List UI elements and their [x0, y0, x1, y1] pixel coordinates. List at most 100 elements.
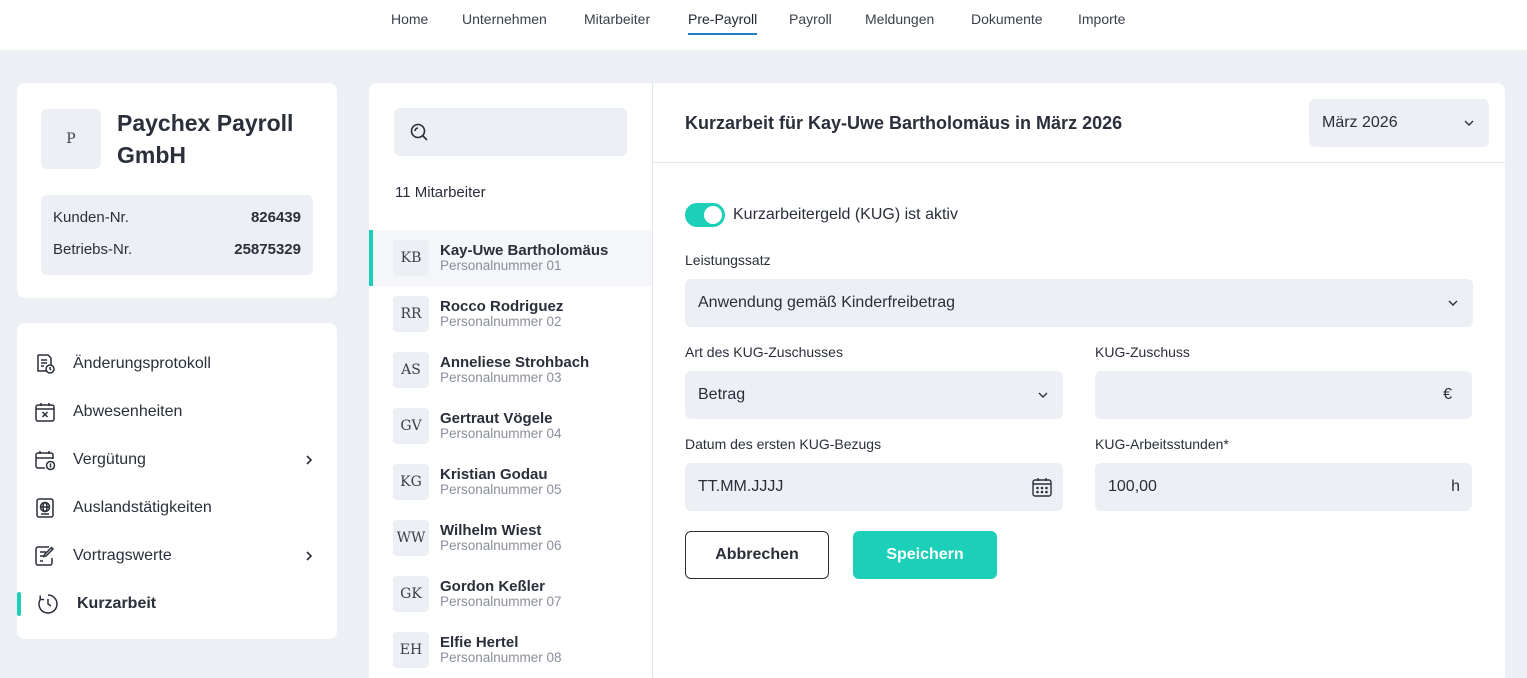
betriebs-nr-label: Betriebs-Nr.: [53, 241, 133, 258]
clock-icon: [38, 594, 58, 614]
month-select[interactable]: März 2026: [1309, 99, 1489, 147]
employee-list-item[interactable]: GV Gertraut Vögele Personalnummer 04: [369, 398, 652, 454]
nav-dokumente[interactable]: Dokumente: [971, 11, 1043, 27]
change-log-icon: [37, 354, 55, 374]
nav-home[interactable]: Home: [391, 11, 428, 27]
zuschuss-label: KUG-Zuschuss: [1095, 344, 1190, 360]
employee-name: Gertraut Vögele: [440, 410, 553, 427]
side-menu: Änderungsprotokoll Abwesenheiten Vergütu…: [17, 323, 337, 639]
employee-name: Kay-Uwe Bartholomäus: [440, 242, 609, 259]
menu-item-vortragswerte[interactable]: Vortragswerte: [17, 534, 337, 578]
zuschuss-art-select[interactable]: Betrag: [685, 371, 1063, 419]
page-title: Kurzarbeit für Kay-Uwe Bartholomäus in M…: [685, 113, 1123, 133]
zuschuss-art-label: Art des KUG-Zuschusses: [685, 344, 843, 360]
menu-item-aenderungsprotokoll[interactable]: Änderungsprotokoll: [17, 342, 337, 386]
employee-name: Anneliese Strohbach: [440, 354, 590, 371]
cancel-button[interactable]: Abbrechen: [685, 531, 829, 579]
save-button[interactable]: Speichern: [853, 531, 997, 579]
leistungssatz-value: Anwendung gemäß Kinderfreibetrag: [698, 294, 956, 311]
kunden-nr-value: 826439: [250, 209, 301, 226]
employee-name: Wilhelm Wiest: [440, 522, 542, 539]
datum-input[interactable]: TT.MM.JJJJ: [685, 463, 1063, 511]
employee-number: Personalnummer 03: [440, 370, 562, 385]
nav-payroll[interactable]: Payroll: [789, 11, 832, 27]
nav-pre-payroll[interactable]: Pre-Payroll: [688, 11, 758, 35]
avatar: GK: [393, 576, 429, 612]
employee-list-item[interactable]: GK Gordon Keßler Personalnummer 07: [369, 566, 652, 622]
menu-item-auslandstaetigkeiten[interactable]: Auslandstätigkeiten: [17, 486, 337, 530]
menu-label: Vortragswerte: [73, 547, 172, 564]
edit-document-icon: [35, 546, 55, 566]
avatar: KG: [393, 464, 429, 500]
avatar: KB: [393, 240, 429, 276]
datum-placeholder: TT.MM.JJJJ: [698, 478, 784, 495]
employee-list-item[interactable]: KB Kay-Uwe Bartholomäus Personalnummer 0…: [369, 230, 652, 286]
search-icon: [410, 123, 428, 141]
stunden-input[interactable]: 100,00 h: [1095, 463, 1472, 511]
nav-mitarbeiter[interactable]: Mitarbeiter: [584, 11, 650, 27]
chevron-right-icon: [306, 455, 313, 465]
month-select-value: März 2026: [1322, 114, 1398, 131]
stunden-label: KUG-Arbeitsstunden*: [1095, 436, 1229, 452]
company-logo: P: [41, 109, 101, 169]
employee-name: Elfie Hertel: [440, 634, 519, 651]
nav-meldungen[interactable]: Meldungen: [865, 11, 934, 27]
kunden-nr-label: Kunden-Nr.: [53, 209, 129, 226]
leistungssatz-select[interactable]: Anwendung gemäß Kinderfreibetrag: [685, 279, 1473, 327]
betriebs-nr-row: Betriebs-Nr. 25875329: [53, 241, 301, 258]
employee-number: Personalnummer 08: [440, 650, 562, 665]
toggle-knob: [704, 206, 722, 224]
employee-number: Personalnummer 04: [440, 426, 562, 441]
chevron-down-icon: [1448, 300, 1458, 306]
employee-number: Personalnummer 05: [440, 482, 562, 497]
betriebs-nr-value: 25875329: [234, 241, 301, 258]
employee-list-panel: 11 Mitarbeiter KB Kay-Uwe Bartholomäus P…: [369, 83, 653, 678]
menu-label: Vergütung: [73, 451, 146, 468]
nav-importe[interactable]: Importe: [1078, 11, 1125, 27]
employee-list-item[interactable]: KG Kristian Godau Personalnummer 05: [369, 454, 652, 510]
menu-label: Auslandstätigkeiten: [73, 499, 212, 516]
employee-search-input[interactable]: [394, 108, 627, 156]
nav-unternehmen[interactable]: Unternehmen: [462, 11, 547, 27]
employee-list-item[interactable]: RR Rocco Rodriguez Personalnummer 02: [369, 286, 652, 342]
leistungssatz-label: Leistungssatz: [685, 252, 771, 268]
euro-unit: €: [1443, 386, 1452, 403]
calendar-x-icon: [35, 403, 55, 422]
chevron-down-icon: [1038, 392, 1048, 398]
employee-name: Rocco Rodriguez: [440, 298, 564, 315]
employee-number: Personalnummer 07: [440, 594, 562, 609]
employee-name: Kristian Godau: [440, 466, 548, 483]
avatar: EH: [393, 632, 429, 668]
employee-number: Personalnummer 01: [440, 258, 562, 273]
menu-label: Kurzarbeit: [77, 595, 157, 612]
company-name: Paychex Payroll GmbH: [117, 110, 294, 168]
datum-label: Datum des ersten KUG-Bezugs: [685, 436, 882, 452]
employee-list-item[interactable]: WW Wilhelm Wiest Personalnummer 06: [369, 510, 652, 566]
avatar: GV: [393, 408, 429, 444]
menu-item-kurzarbeit[interactable]: Kurzarbeit: [17, 582, 337, 626]
kunden-nr-row: Kunden-Nr. 826439: [53, 209, 301, 226]
avatar: WW: [393, 520, 429, 556]
employee-number: Personalnummer 02: [440, 314, 562, 329]
top-navigation: Home Unternehmen Mitarbeiter Pre-Payroll…: [0, 0, 1527, 50]
calendar-money-icon: [35, 451, 56, 471]
menu-item-abwesenheiten[interactable]: Abwesenheiten: [17, 390, 337, 434]
avatar: RR: [393, 296, 429, 332]
chevron-right-icon: [306, 551, 313, 561]
passport-icon: [36, 498, 54, 518]
kug-active-toggle[interactable]: [685, 203, 725, 227]
stunden-value: 100,00: [1108, 478, 1157, 495]
employee-list-item[interactable]: AS Anneliese Strohbach Personalnummer 03: [369, 342, 652, 398]
avatar: AS: [393, 352, 429, 388]
employee-count: 11 Mitarbeiter: [395, 184, 486, 201]
company-ids-box: Kunden-Nr. 826439 Betriebs-Nr. 25875329: [41, 195, 313, 275]
zuschuss-input[interactable]: €: [1095, 371, 1472, 419]
calendar-icon[interactable]: [1031, 476, 1053, 498]
detail-header: Kurzarbeit für Kay-Uwe Bartholomäus in M…: [653, 83, 1505, 163]
kug-active-label: Kurzarbeitergeld (KUG) ist aktiv: [733, 206, 958, 223]
menu-label: Änderungsprotokoll: [73, 355, 211, 372]
menu-label: Abwesenheiten: [73, 403, 183, 420]
hours-unit: h: [1451, 478, 1460, 495]
employee-list-item[interactable]: EH Elfie Hertel Personalnummer 08: [369, 622, 652, 678]
menu-item-verguetung[interactable]: Vergütung: [17, 438, 337, 482]
